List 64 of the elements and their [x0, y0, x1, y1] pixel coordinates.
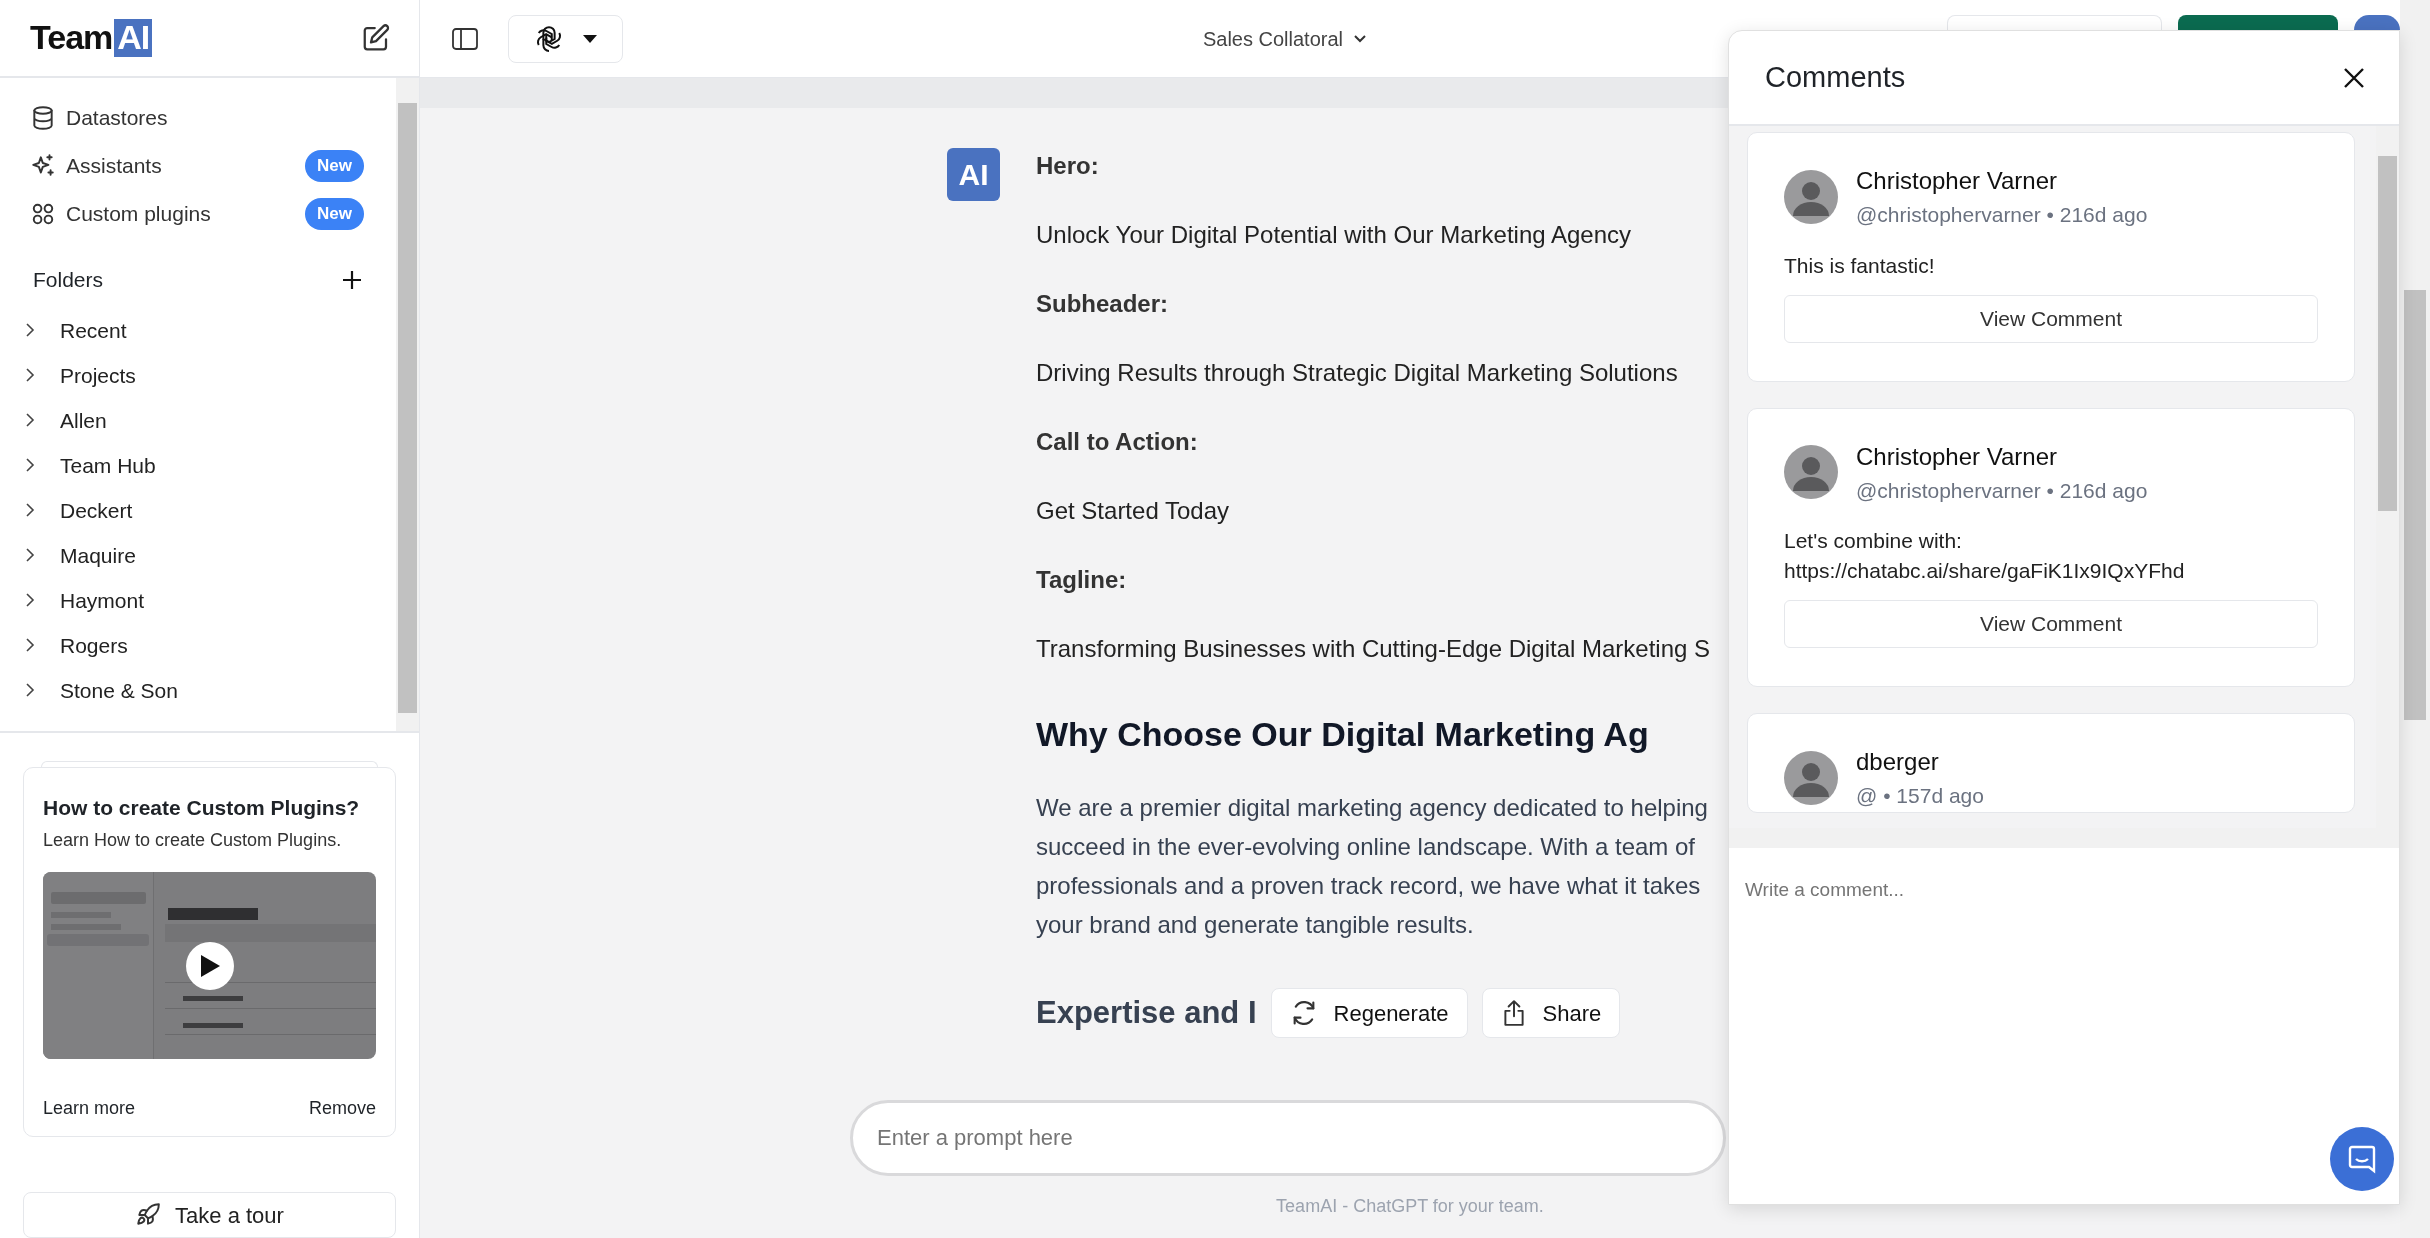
chevron-down-icon	[1353, 33, 1368, 44]
section-label: Tagline:	[1036, 565, 1128, 595]
author-name: Christopher Varner	[1856, 441, 2058, 472]
panel-title: Comments	[1765, 59, 1906, 95]
assistant-avatar: AI	[947, 148, 1000, 201]
close-icon[interactable]	[2343, 66, 2365, 89]
footer-text: TeamAI - ChatGPT for your team.	[1276, 1196, 1544, 1216]
message-text: Transforming Businesses with Cutting-Edge Digital Marketing S	[1036, 634, 1711, 664]
new-badge: New	[305, 150, 364, 182]
section-heading: Folders	[33, 267, 104, 293]
chat-icon	[2346, 1143, 2378, 1175]
message-text: Driving Results through Strategic Digital Marketing Solutions	[1036, 358, 1679, 388]
user-avatar	[1784, 169, 1838, 224]
prompt-field[interactable]: Enter a prompt here	[850, 1100, 1726, 1176]
user-avatar	[1784, 445, 1838, 500]
message-text: Get Started Today	[1036, 496, 1230, 526]
folder-item[interactable]: Stone & Son	[60, 674, 178, 706]
remove-link[interactable]: Remove	[308, 1095, 376, 1123]
user-avatar[interactable]	[2354, 15, 2400, 30]
caret-icon	[581, 33, 598, 44]
folder-item[interactable]: Recent	[60, 314, 127, 346]
nav-label[interactable]: Custom plugins	[66, 198, 211, 230]
nav-label[interactable]: Assistants	[66, 150, 162, 182]
learn-more-link[interactable]: Learn more	[43, 1095, 136, 1123]
card-title: How to create Custom Plugins?	[43, 794, 361, 821]
message-paragraph: We are a premier digital marketing agency dedicated to helping succeed in the ever-evolving online landscape. With a team of professionals and a proven track record, we have what it takes your brand and generate tangible results.	[1036, 793, 1709, 940]
comment-text: This is fantastic!	[1784, 252, 1936, 279]
new-badge: New	[305, 198, 364, 230]
database-icon	[30, 104, 56, 131]
message-text: Unlock Your Digital Potential with Our Marketing Agency	[1036, 220, 1632, 250]
comment-meta: @christophervarner • 216d ago	[1856, 477, 2148, 504]
message-subheading: Expertise and I	[1036, 993, 1257, 1032]
tour-button[interactable]: Take a tour	[23, 1192, 396, 1238]
sparkles-icon	[30, 152, 56, 179]
comment-field[interactable]: Write a comment...	[1729, 848, 2399, 1204]
author-name: Christopher Varner	[1856, 166, 2058, 196]
new-chat-icon[interactable]	[361, 22, 391, 53]
message-heading: Why Choose Our Digital Marketing Ag	[1036, 714, 1650, 755]
model-selector[interactable]	[508, 14, 623, 63]
folder-item[interactable]: Haymont	[60, 584, 145, 616]
comment-meta: @christophervarner • 216d ago	[1856, 202, 2148, 228]
folder-item[interactable]: Maquire	[60, 539, 136, 571]
view-comment-button[interactable]: View Comment	[1784, 600, 2318, 648]
regenerate-button[interactable]: Regenerate	[1270, 988, 1468, 1038]
chat-title-dropdown[interactable]: Sales Collatoral	[1196, 22, 1374, 55]
nav-label[interactable]: Datastores	[66, 102, 168, 134]
play-icon	[198, 953, 221, 978]
folder-item[interactable]: Allen	[60, 404, 107, 436]
user-avatar	[1784, 750, 1838, 805]
comment-text: Let's combine with: https://chatabc.ai/share/gaFiK1Ix9IQxYFhd	[1784, 528, 2186, 584]
section-label: Call to Action:	[1036, 427, 1199, 457]
author-name: dberger	[1856, 747, 1940, 777]
sidebar-toggle-icon[interactable]	[452, 27, 478, 50]
folder-item[interactable]: Projects	[60, 359, 136, 391]
view-comment-button[interactable]: View Comment	[1784, 294, 2318, 343]
comment-meta: @ • 157d ago	[1856, 783, 1984, 809]
folder-item[interactable]: Team Hub	[60, 449, 156, 481]
section-label: Hero:	[1036, 151, 1100, 181]
logo: Team AI	[30, 12, 153, 64]
section-label: Subheader:	[1036, 289, 1170, 319]
card-subtitle: Learn How to create Custom Plugins.	[43, 829, 343, 853]
folder-item[interactable]: Rogers	[60, 629, 128, 661]
folder-item[interactable]: Deckert	[60, 494, 133, 526]
share-button[interactable]: Share	[1481, 988, 1621, 1038]
